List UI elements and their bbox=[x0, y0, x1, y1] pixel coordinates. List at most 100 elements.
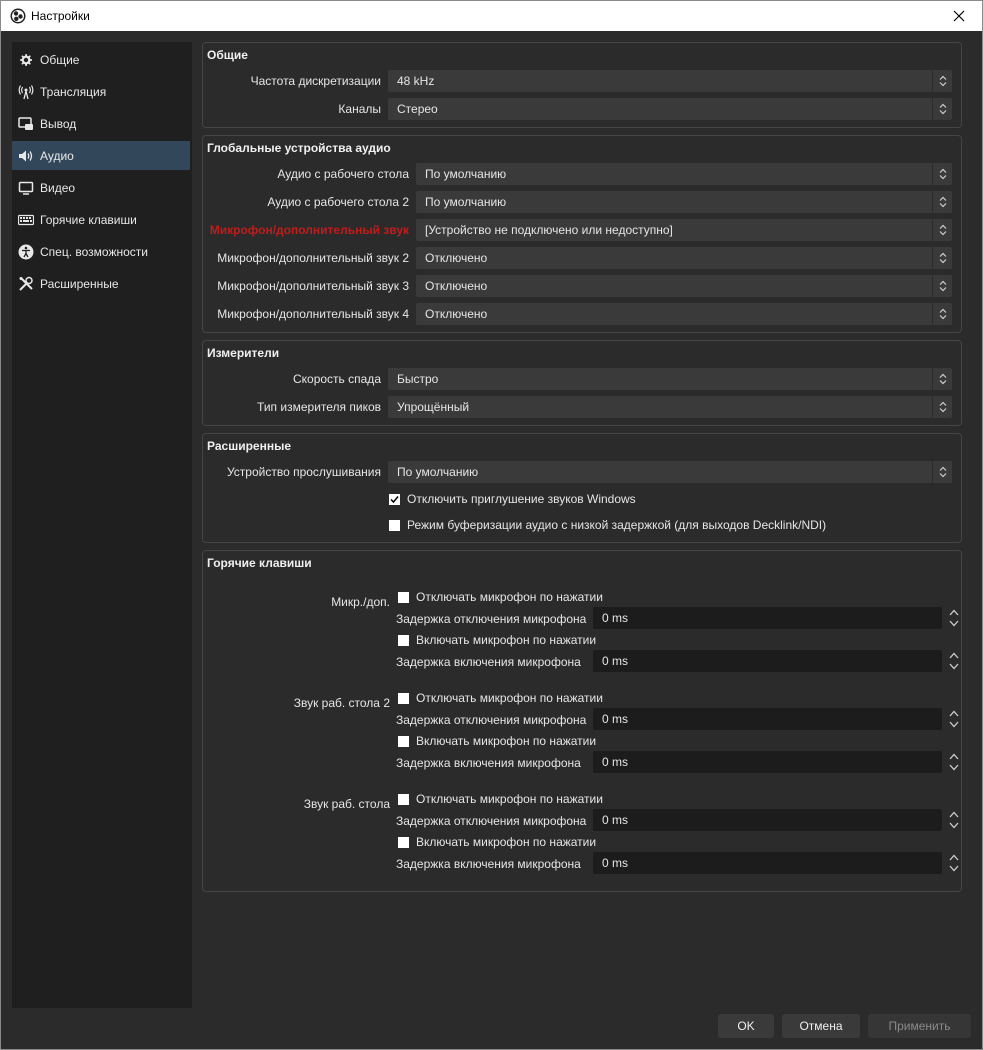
tools-icon bbox=[18, 276, 34, 292]
updown-arrows-icon bbox=[932, 247, 952, 269]
push-to-talk-delay-spinbox[interactable]: 0 ms bbox=[593, 751, 959, 773]
low-latency-checkbox[interactable] bbox=[389, 519, 400, 531]
desktop-audio-select[interactable]: По умолчанию bbox=[416, 163, 952, 185]
group-title: Измерители bbox=[207, 346, 280, 360]
channels-select[interactable]: Стерео bbox=[388, 98, 952, 120]
monitoring-device-select[interactable]: По умолчанию bbox=[388, 461, 952, 483]
push-to-talk-delay-spinbox[interactable]: 0 ms bbox=[593, 852, 959, 874]
push-to-talk-checkbox[interactable] bbox=[398, 634, 409, 646]
updown-arrows-icon bbox=[932, 70, 952, 92]
updown-arrows-icon bbox=[932, 219, 952, 241]
spin-down-button[interactable] bbox=[947, 863, 961, 874]
spin-down-button[interactable] bbox=[947, 618, 961, 629]
push-to-mute-checkbox[interactable] bbox=[398, 692, 409, 704]
close-window-button[interactable] bbox=[936, 1, 982, 31]
select-value: По умолчанию bbox=[425, 167, 507, 181]
updown-arrows-icon bbox=[932, 303, 952, 325]
decay-rate-select[interactable]: Быстро bbox=[388, 368, 952, 390]
push-to-talk-label[interactable]: Включать микрофон по нажатии bbox=[416, 633, 596, 647]
sample-rate-select[interactable]: 48 kHz bbox=[388, 70, 952, 92]
sidebar-item-stream[interactable]: Трансляция bbox=[12, 77, 190, 106]
mic-aux-3-select[interactable]: Отключено bbox=[416, 275, 952, 297]
spin-down-button[interactable] bbox=[947, 661, 961, 672]
select-value: Быстро bbox=[397, 372, 439, 386]
mic-aux-select[interactable]: [Устройство не подключено или недоступно… bbox=[416, 219, 952, 241]
apply-button[interactable]: Применить bbox=[868, 1014, 971, 1038]
spin-up-button[interactable] bbox=[947, 809, 961, 820]
low-latency-label[interactable]: Режим буферизации аудио с низкой задержк… bbox=[407, 518, 826, 532]
settings-sidebar: Общие Трансляция Вывод Аудио Видео Горяч… bbox=[12, 42, 192, 1008]
sidebar-item-label: Спец. возможности bbox=[40, 244, 148, 259]
peak-meter-type-select[interactable]: Упрощённый bbox=[388, 396, 952, 418]
chevron-up-icon bbox=[949, 811, 959, 818]
select-value: Стерео bbox=[397, 102, 438, 116]
cancel-button[interactable]: Отмена bbox=[782, 1014, 860, 1038]
window-title: Настройки bbox=[31, 9, 90, 23]
chevron-down-icon bbox=[949, 865, 959, 872]
push-to-mute-label[interactable]: Отключать микрофон по нажатии bbox=[416, 590, 603, 604]
keyboard-icon bbox=[18, 212, 34, 228]
disable-ducking-checkbox[interactable] bbox=[389, 493, 400, 505]
disable-ducking-label[interactable]: Отключить приглушение звуков Windows bbox=[407, 492, 636, 506]
updown-arrows-icon bbox=[932, 275, 952, 297]
spin-value: 0 ms bbox=[602, 755, 629, 769]
sidebar-item-label: Горячие клавиши bbox=[40, 212, 137, 227]
sidebar-item-label: Вывод bbox=[40, 116, 77, 131]
push-to-talk-label[interactable]: Включать микрофон по нажатии bbox=[416, 835, 596, 849]
push-to-mute-delay-spinbox[interactable]: 0 ms bbox=[593, 607, 959, 629]
push-to-mute-label[interactable]: Отключать микрофон по нажатии bbox=[416, 691, 603, 705]
mic-aux-2-select[interactable]: Отключено bbox=[416, 247, 952, 269]
group-title: Горячие клавиши bbox=[207, 556, 312, 570]
push-to-talk-delay-label: Задержка включения микрофона bbox=[396, 756, 581, 770]
sidebar-item-general[interactable]: Общие bbox=[12, 45, 190, 74]
spin-up-button[interactable] bbox=[947, 650, 961, 661]
mic-aux-4-label: Микрофон/дополнительный звук 4 bbox=[217, 307, 409, 321]
sidebar-item-audio[interactable]: Аудио bbox=[12, 141, 190, 170]
spin-down-button[interactable] bbox=[947, 820, 961, 831]
updown-arrows-icon bbox=[932, 98, 952, 120]
sidebar-item-accessibility[interactable]: Спец. возможности bbox=[12, 237, 190, 266]
sidebar-item-label: Трансляция bbox=[40, 84, 107, 99]
updown-arrows-icon bbox=[932, 191, 952, 213]
push-to-talk-row: Включать микрофон по нажатии bbox=[398, 835, 596, 849]
push-to-talk-delay-label: Задержка включения микрофона bbox=[396, 857, 581, 871]
spin-up-button[interactable] bbox=[947, 607, 961, 618]
push-to-talk-label[interactable]: Включать микрофон по нажатии bbox=[416, 734, 596, 748]
sidebar-item-hotkeys[interactable]: Горячие клавиши bbox=[12, 205, 190, 234]
push-to-mute-checkbox[interactable] bbox=[398, 591, 409, 603]
spin-up-button[interactable] bbox=[947, 708, 961, 719]
ok-button[interactable]: OK bbox=[718, 1014, 774, 1038]
speaker-icon bbox=[18, 148, 34, 164]
hotkey-source-name: Звук раб. стола 2 bbox=[293, 696, 390, 710]
push-to-mute-delay-spinbox[interactable]: 0 ms bbox=[593, 809, 959, 831]
push-to-mute-checkbox[interactable] bbox=[398, 793, 409, 805]
select-value: Упрощённый bbox=[397, 400, 470, 414]
spin-value: 0 ms bbox=[602, 654, 629, 668]
spin-down-button[interactable] bbox=[947, 762, 961, 773]
sidebar-item-output[interactable]: Вывод bbox=[12, 109, 190, 138]
chevron-down-icon bbox=[949, 721, 959, 728]
push-to-talk-checkbox[interactable] bbox=[398, 735, 409, 747]
sidebar-item-advanced[interactable]: Расширенные bbox=[12, 269, 190, 298]
push-to-talk-row: Включать микрофон по нажатии bbox=[398, 633, 596, 647]
push-to-mute-label[interactable]: Отключать микрофон по нажатии bbox=[416, 792, 603, 806]
spin-buttons bbox=[944, 708, 964, 730]
spin-value: 0 ms bbox=[602, 712, 629, 726]
spin-down-button[interactable] bbox=[947, 719, 961, 730]
push-to-mute-delay-spinbox[interactable]: 0 ms bbox=[593, 708, 959, 730]
spin-buttons bbox=[944, 852, 964, 874]
sidebar-item-video[interactable]: Видео bbox=[12, 173, 190, 202]
spin-up-button[interactable] bbox=[947, 751, 961, 762]
spin-value: 0 ms bbox=[602, 611, 629, 625]
push-to-talk-checkbox[interactable] bbox=[398, 836, 409, 848]
mic-aux-4-select[interactable]: Отключено bbox=[416, 303, 952, 325]
broadcast-icon bbox=[18, 84, 34, 100]
spin-up-button[interactable] bbox=[947, 852, 961, 863]
select-value: По умолчанию bbox=[425, 195, 507, 209]
select-value: Отключено bbox=[425, 307, 488, 321]
push-to-talk-delay-spinbox[interactable]: 0 ms bbox=[593, 650, 959, 672]
chevron-up-icon bbox=[949, 652, 959, 659]
chevron-up-icon bbox=[949, 753, 959, 760]
select-value: По умолчанию bbox=[397, 465, 479, 479]
desktop-audio-2-select[interactable]: По умолчанию bbox=[416, 191, 952, 213]
